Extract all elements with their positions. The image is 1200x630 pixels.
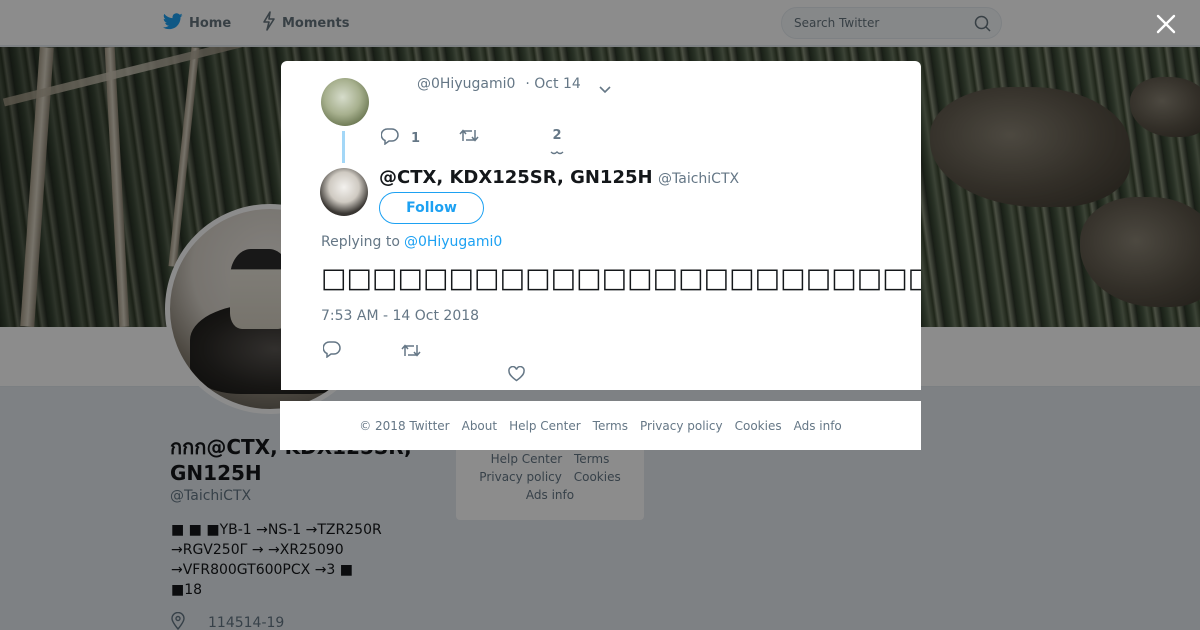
tweet-timestamp[interactable]: 7:53 AM - 14 Oct 2018 <box>321 308 479 324</box>
modal-footer: © 2018 Twitter About Help Center Terms P… <box>280 401 921 450</box>
reply-icon <box>380 128 399 149</box>
footer-ads-info-link[interactable]: Ads info <box>794 419 842 433</box>
tweet-modal: @0Hiyugami0 · Oct 14 1 2 @CTX, KDX125SR,… <box>281 61 921 390</box>
close-icon[interactable] <box>1154 12 1178 36</box>
tweet-text-body: □□□□□□□□□□□□□□□□□□□□□□□□□□□□□ <box>321 263 921 294</box>
retweet-icon <box>401 344 421 357</box>
footer-copyright: © 2018 Twitter <box>359 418 450 433</box>
footer-about-link[interactable]: About <box>462 419 497 433</box>
parent-tweet-handle[interactable]: @0Hiyugami0 <box>417 76 515 92</box>
parent-like-count: 2 <box>552 128 562 143</box>
retweet-button[interactable] <box>401 343 421 362</box>
parent-retweet-action[interactable] <box>459 128 479 147</box>
replying-to-line: Replying to @0Hiyugami0 <box>321 234 502 250</box>
footer-help-center-link[interactable]: Help Center <box>509 419 581 433</box>
follow-button[interactable]: Follow <box>379 192 484 224</box>
tweet-author-name[interactable]: @CTX, KDX125SR, GN125H <box>379 167 653 188</box>
parent-reply-action[interactable]: 1 <box>380 128 421 149</box>
reply-button[interactable] <box>322 341 341 362</box>
heart-icon <box>549 145 565 160</box>
parent-tweet-date[interactable]: · Oct 14 <box>525 76 580 92</box>
parent-tweet-meta: @0Hiyugami0 · Oct 14 <box>417 76 581 92</box>
tweet-author-handle[interactable]: @TaichiCTX <box>658 171 739 187</box>
reply-icon <box>322 341 341 359</box>
tweet-text: □□□□□□□□□□□□□□□□□□□□□□□□□□□□□ <box>321 261 921 297</box>
like-button[interactable] <box>508 365 525 386</box>
footer-privacy-link[interactable]: Privacy policy <box>640 419 723 433</box>
parent-reply-count: 1 <box>411 131 421 146</box>
heart-icon <box>508 365 525 382</box>
tweet-author-avatar[interactable] <box>320 168 368 216</box>
footer-cookies-link[interactable]: Cookies <box>735 419 782 433</box>
retweet-icon <box>459 128 479 147</box>
thread-connector <box>342 131 345 163</box>
replying-prefix: Replying to <box>321 234 400 250</box>
replying-to-link[interactable]: @0Hiyugami0 <box>404 234 502 250</box>
parent-like-action[interactable]: 2 <box>549 128 565 160</box>
footer-terms-link[interactable]: Terms <box>593 419 628 433</box>
chevron-down-icon[interactable] <box>598 80 612 99</box>
parent-tweet-avatar[interactable] <box>321 78 369 126</box>
